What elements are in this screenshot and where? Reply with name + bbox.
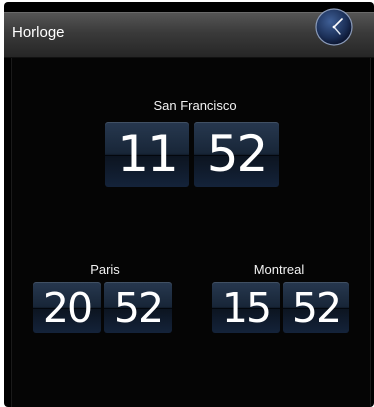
minutes-digits: 52 bbox=[291, 284, 342, 332]
hours-digits: 11 bbox=[117, 125, 179, 183]
city-label-montreal: Montreal bbox=[253, 262, 305, 277]
hours-digits: 15 bbox=[221, 284, 272, 332]
window-title: Horloge bbox=[12, 24, 65, 41]
clock-icon[interactable] bbox=[314, 7, 354, 47]
hours-tile-san-francisco: 11 bbox=[105, 122, 189, 187]
city-label-san-francisco: San Francisco bbox=[153, 98, 237, 113]
minutes-tile-montreal: 52 bbox=[283, 282, 349, 333]
minutes-digits: 52 bbox=[113, 284, 164, 332]
minutes-tile-san-francisco: 52 bbox=[194, 122, 279, 187]
city-label-paris: Paris bbox=[90, 262, 120, 277]
minutes-tile-paris: 52 bbox=[104, 282, 172, 333]
hours-digits: 20 bbox=[42, 284, 93, 332]
hours-tile-montreal: 15 bbox=[212, 282, 280, 333]
minutes-digits: 52 bbox=[206, 125, 269, 183]
hours-tile-paris: 20 bbox=[33, 282, 101, 333]
clock-gadget: Horloge San Francisco 11 52 Paris 20 52 … bbox=[4, 2, 374, 407]
